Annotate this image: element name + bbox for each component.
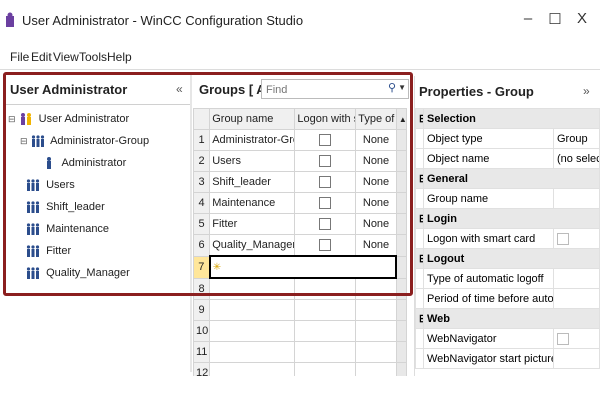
empty-cell[interactable] bbox=[294, 299, 357, 321]
property-key: WebNavigator bbox=[423, 328, 554, 349]
property-value[interactable]: (no selectio bbox=[553, 148, 600, 169]
empty-cell[interactable] bbox=[355, 299, 397, 321]
property-row[interactable]: Period of time before automatic logoff bbox=[415, 288, 600, 309]
collapse-icon[interactable]: ⊟ bbox=[415, 308, 424, 329]
property-key: Period of time before automatic logoff bbox=[423, 288, 554, 309]
properties-title: Properties - Group bbox=[419, 84, 534, 99]
property-value[interactable] bbox=[553, 228, 600, 249]
empty-cell[interactable] bbox=[209, 299, 296, 321]
highlight-frame bbox=[3, 72, 413, 296]
row-number: 10 bbox=[193, 320, 211, 342]
window-title: User Administrator - WinCC Configuration… bbox=[22, 13, 304, 28]
section-logout[interactable]: ⊟Logout bbox=[415, 248, 600, 269]
section-login[interactable]: ⊟Login bbox=[415, 208, 600, 229]
collapse-icon[interactable]: ⊟ bbox=[415, 248, 424, 269]
table-row[interactable]: 11 bbox=[193, 341, 407, 363]
section-label: Web bbox=[423, 308, 600, 329]
property-value[interactable] bbox=[553, 348, 600, 369]
property-row[interactable]: Type of automatic logoff bbox=[415, 268, 600, 289]
row-number: 9 bbox=[193, 299, 211, 321]
row-number: 12 bbox=[193, 362, 211, 376]
property-row[interactable]: WebNavigator bbox=[415, 328, 600, 349]
empty-cell[interactable] bbox=[294, 320, 357, 342]
checkbox[interactable] bbox=[557, 232, 569, 245]
section-web[interactable]: ⊟Web bbox=[415, 308, 600, 329]
section-label: General bbox=[423, 168, 600, 189]
property-row[interactable]: Object type Group bbox=[415, 128, 600, 149]
title-bar: User Administrator - WinCC Configuration… bbox=[0, 0, 600, 46]
section-selection[interactable]: ⊟Selection bbox=[415, 108, 600, 129]
property-value[interactable] bbox=[553, 328, 600, 349]
menu-file[interactable]: File bbox=[10, 50, 29, 64]
menu-bar: File Edit View Tools Help bbox=[0, 46, 600, 68]
property-value[interactable] bbox=[553, 188, 600, 209]
property-row[interactable]: Logon with smart card bbox=[415, 228, 600, 249]
empty-cell[interactable] bbox=[209, 362, 296, 376]
property-row[interactable]: Group name bbox=[415, 188, 600, 209]
property-value[interactable] bbox=[553, 268, 600, 289]
empty-cell[interactable] bbox=[294, 341, 357, 363]
table-row[interactable]: 12 bbox=[193, 362, 407, 376]
menu-view[interactable]: View bbox=[53, 50, 79, 64]
table-row[interactable]: 9 bbox=[193, 299, 407, 321]
scrollbar-track[interactable] bbox=[395, 341, 407, 363]
scrollbar-track[interactable] bbox=[395, 320, 407, 342]
table-row[interactable]: 10 bbox=[193, 320, 407, 342]
menu-edit[interactable]: Edit bbox=[31, 50, 52, 64]
divider bbox=[0, 69, 600, 70]
close-button[interactable]: X bbox=[572, 10, 592, 27]
section-label: Logout bbox=[423, 248, 600, 269]
empty-cell[interactable] bbox=[355, 362, 397, 376]
empty-cell[interactable] bbox=[355, 320, 397, 342]
collapse-icon[interactable]: ⊟ bbox=[415, 168, 424, 189]
row-number: 11 bbox=[193, 341, 211, 363]
property-key: WebNavigator start picture bbox=[423, 348, 554, 369]
property-row[interactable]: Object name(no selectio bbox=[415, 148, 600, 169]
minimize-button[interactable]: – bbox=[518, 10, 538, 27]
properties-pane: Properties - Group » ⊟Selection Object t… bbox=[414, 76, 600, 376]
checkbox[interactable] bbox=[557, 332, 569, 345]
property-key: Object type bbox=[423, 128, 554, 149]
collapse-icon[interactable]: ⊟ bbox=[415, 108, 424, 129]
section-label: Login bbox=[423, 208, 600, 229]
property-value[interactable] bbox=[553, 288, 600, 309]
property-key: Object name bbox=[423, 148, 554, 169]
scrollbar-track[interactable] bbox=[395, 362, 407, 376]
property-key: Type of automatic logoff bbox=[423, 268, 554, 289]
empty-cell[interactable] bbox=[209, 320, 296, 342]
property-key: Logon with smart card bbox=[423, 228, 554, 249]
section-label: Selection bbox=[423, 108, 600, 129]
properties-table: ⊟Selection Object typeGroup Object name(… bbox=[415, 108, 600, 369]
menu-help[interactable]: Help bbox=[107, 50, 132, 64]
property-value[interactable]: Group bbox=[553, 128, 600, 149]
property-row[interactable]: WebNavigator start picture bbox=[415, 348, 600, 369]
collapse-icon[interactable]: » bbox=[583, 84, 590, 98]
property-key: Group name bbox=[423, 188, 554, 209]
empty-cell[interactable] bbox=[355, 341, 397, 363]
collapse-icon[interactable]: ⊟ bbox=[415, 208, 424, 229]
maximize-button[interactable]: ☐ bbox=[545, 10, 565, 28]
scrollbar-track[interactable] bbox=[395, 299, 407, 321]
empty-cell[interactable] bbox=[209, 341, 296, 363]
empty-cell[interactable] bbox=[294, 362, 357, 376]
menu-tools[interactable]: Tools bbox=[79, 50, 107, 64]
section-general[interactable]: ⊟General bbox=[415, 168, 600, 189]
app-icon bbox=[6, 12, 14, 27]
